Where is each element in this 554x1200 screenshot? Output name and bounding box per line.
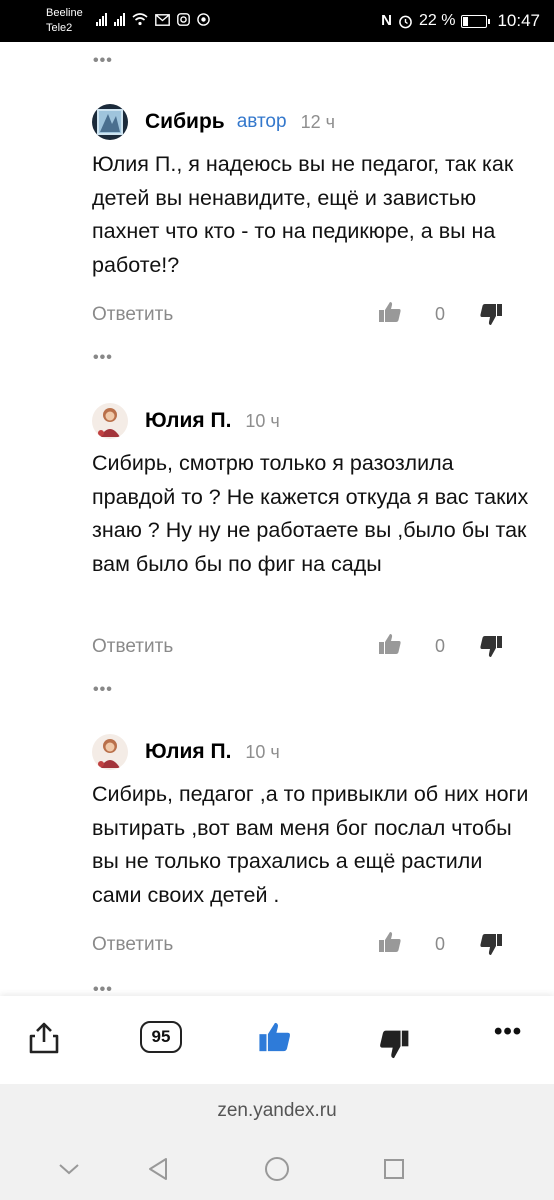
signal-icon	[96, 13, 107, 26]
battery-percent: 22 %	[418, 12, 456, 29]
comment-header: Сибирь автор 12 ч	[92, 104, 335, 140]
comment-actions: Ответить 0	[92, 300, 512, 330]
url-text: zen.yandex.ru	[217, 1100, 337, 1121]
carrier-2: Tele2	[46, 22, 73, 34]
status-bar: Beeline Tele2 N 22 % 10:47	[0, 0, 554, 42]
nfc-icon: N	[381, 12, 392, 29]
like-count: 0	[435, 636, 446, 656]
comment-actions: Ответить 0	[92, 930, 512, 960]
like-count: 0	[435, 304, 446, 324]
more-replies-dots[interactable]: •••	[93, 350, 113, 366]
comment-author[interactable]: Юлия П.	[145, 740, 231, 764]
comment-header: Юлия П. 10 ч	[92, 403, 280, 439]
carrier-1: Beeline	[46, 7, 83, 19]
comment-time: 12 ч	[300, 111, 335, 132]
comment-time: 10 ч	[245, 741, 280, 762]
comment-text: Сибирь, смотрю только я разозлила правдо…	[92, 451, 529, 576]
status-icons-left	[96, 13, 210, 26]
clock: 10:47	[497, 11, 540, 30]
share-icon[interactable]	[26, 1020, 62, 1056]
avatar[interactable]	[92, 734, 128, 770]
more-icon[interactable]: •••	[494, 1018, 522, 1046]
url-bar[interactable]: zen.yandex.ru	[0, 1084, 554, 1138]
comment-author[interactable]: Сибирь	[145, 110, 225, 134]
recents-icon[interactable]	[383, 1158, 405, 1180]
thumbs-down-icon[interactable]	[479, 932, 503, 958]
comment-header: Юлия П. 10 ч	[92, 734, 280, 770]
comment-time: 10 ч	[245, 410, 280, 431]
thumbs-up-icon[interactable]	[378, 930, 402, 954]
chrome-icon	[197, 13, 210, 26]
home-icon[interactable]	[264, 1156, 290, 1182]
system-nav-bar	[0, 1138, 554, 1200]
avatar[interactable]	[92, 403, 128, 439]
more-replies-dots[interactable]: •••	[93, 982, 113, 998]
more-replies-dots[interactable]: •••	[93, 53, 113, 69]
reply-button[interactable]: Ответить	[92, 304, 173, 326]
instagram-icon	[177, 13, 190, 26]
avatar[interactable]	[92, 104, 128, 140]
like-count: 0	[435, 934, 446, 954]
dislike-article-icon[interactable]	[378, 1028, 410, 1062]
back-icon[interactable]	[146, 1156, 170, 1182]
thumbs-down-icon[interactable]	[479, 634, 503, 660]
carrier-names: Beeline Tele2	[46, 6, 83, 36]
alarm-icon	[399, 15, 412, 28]
thumbs-down-icon[interactable]	[479, 302, 503, 328]
status-icons-right: N 22 % 10:47	[381, 11, 540, 31]
comment-actions: Ответить 0	[92, 632, 512, 662]
like-article-icon[interactable]	[258, 1020, 292, 1054]
battery-fill	[463, 16, 469, 26]
author-badge: автор	[236, 111, 287, 132]
comments-count-button[interactable]: 95	[140, 1021, 182, 1053]
mail-icon	[155, 13, 170, 26]
more-replies-dots[interactable]: •••	[93, 682, 113, 698]
thumbs-up-icon[interactable]	[378, 300, 402, 324]
wifi-icon	[132, 13, 148, 26]
reply-button[interactable]: Ответить	[92, 636, 173, 658]
comment-text: Юлия П., я надеюсь вы не педагог, так ка…	[92, 152, 514, 277]
article-action-bar: 95 •••	[0, 996, 554, 1084]
comment-author[interactable]: Юлия П.	[145, 409, 231, 433]
reply-button[interactable]: Ответить	[92, 934, 173, 956]
comment-text: Сибирь, педагог ,а то привыкли об них но…	[92, 782, 529, 907]
battery-icon	[461, 14, 491, 28]
signal-icon-2	[114, 13, 125, 26]
collapse-chevron-icon[interactable]	[58, 1162, 80, 1176]
thumbs-up-icon[interactable]	[378, 632, 402, 656]
